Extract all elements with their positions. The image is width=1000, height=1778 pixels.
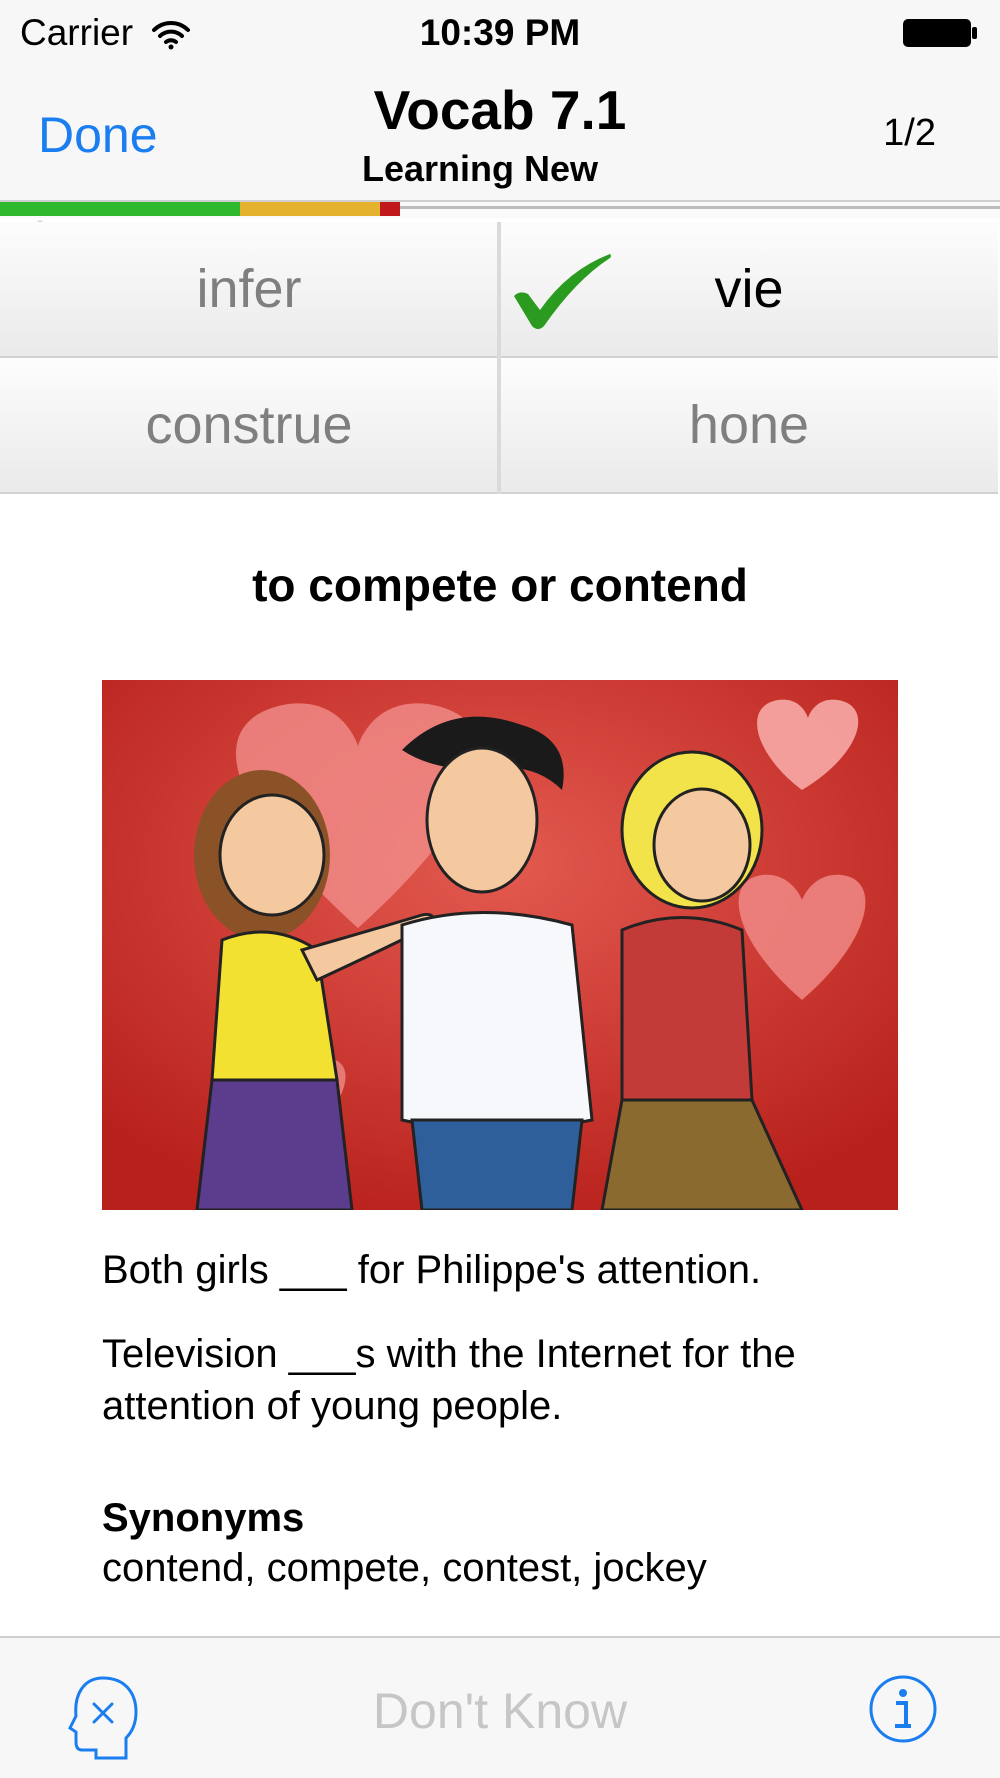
answer-choices: infer vie construe hone (0, 222, 1000, 494)
bottom-toolbar: Don't Know (0, 1636, 1000, 1778)
dont-know-button[interactable]: Don't Know (0, 1682, 1000, 1740)
synonyms-list: contend, compete, contest, jockey (102, 1546, 707, 1590)
choice-construe[interactable]: construe (0, 358, 498, 494)
definition-text: to compete or contend (252, 559, 748, 611)
progress-learning (240, 202, 380, 216)
card-counter: 1/2 (883, 112, 936, 154)
status-time: 10:39 PM (419, 12, 581, 53)
info-icon[interactable] (868, 1674, 938, 1744)
mode-subtitle: Learning New (361, 148, 599, 189)
choice-divider (497, 222, 501, 494)
progress-missed (380, 202, 400, 216)
progress-known (0, 202, 240, 216)
cartoon-illustration (102, 680, 898, 1210)
battery-icon (903, 19, 977, 47)
checkmark-icon (514, 254, 611, 329)
status-bar: Carrier 10:39 PM (0, 0, 1000, 66)
example-sentence-1: Both girls ___ for Philippe's attention. (102, 1248, 762, 1292)
example-sentence-2: Television ___s with the Internet for th… (102, 1332, 796, 1428)
choice-infer[interactable]: infer (0, 222, 498, 358)
progress-bar (0, 200, 1000, 232)
screen: Carrier 10:39 PM Done Vocab 7.1 Learning… (0, 0, 1000, 1778)
choice-hone[interactable]: hone (500, 358, 998, 494)
progress-track (400, 206, 1000, 209)
synonyms-heading: Synonyms (102, 1496, 305, 1540)
top-bar: Carrier 10:39 PM Done Vocab 7.1 Learning… (0, 0, 1000, 200)
deck-title: Vocab 7.1 (373, 79, 627, 141)
